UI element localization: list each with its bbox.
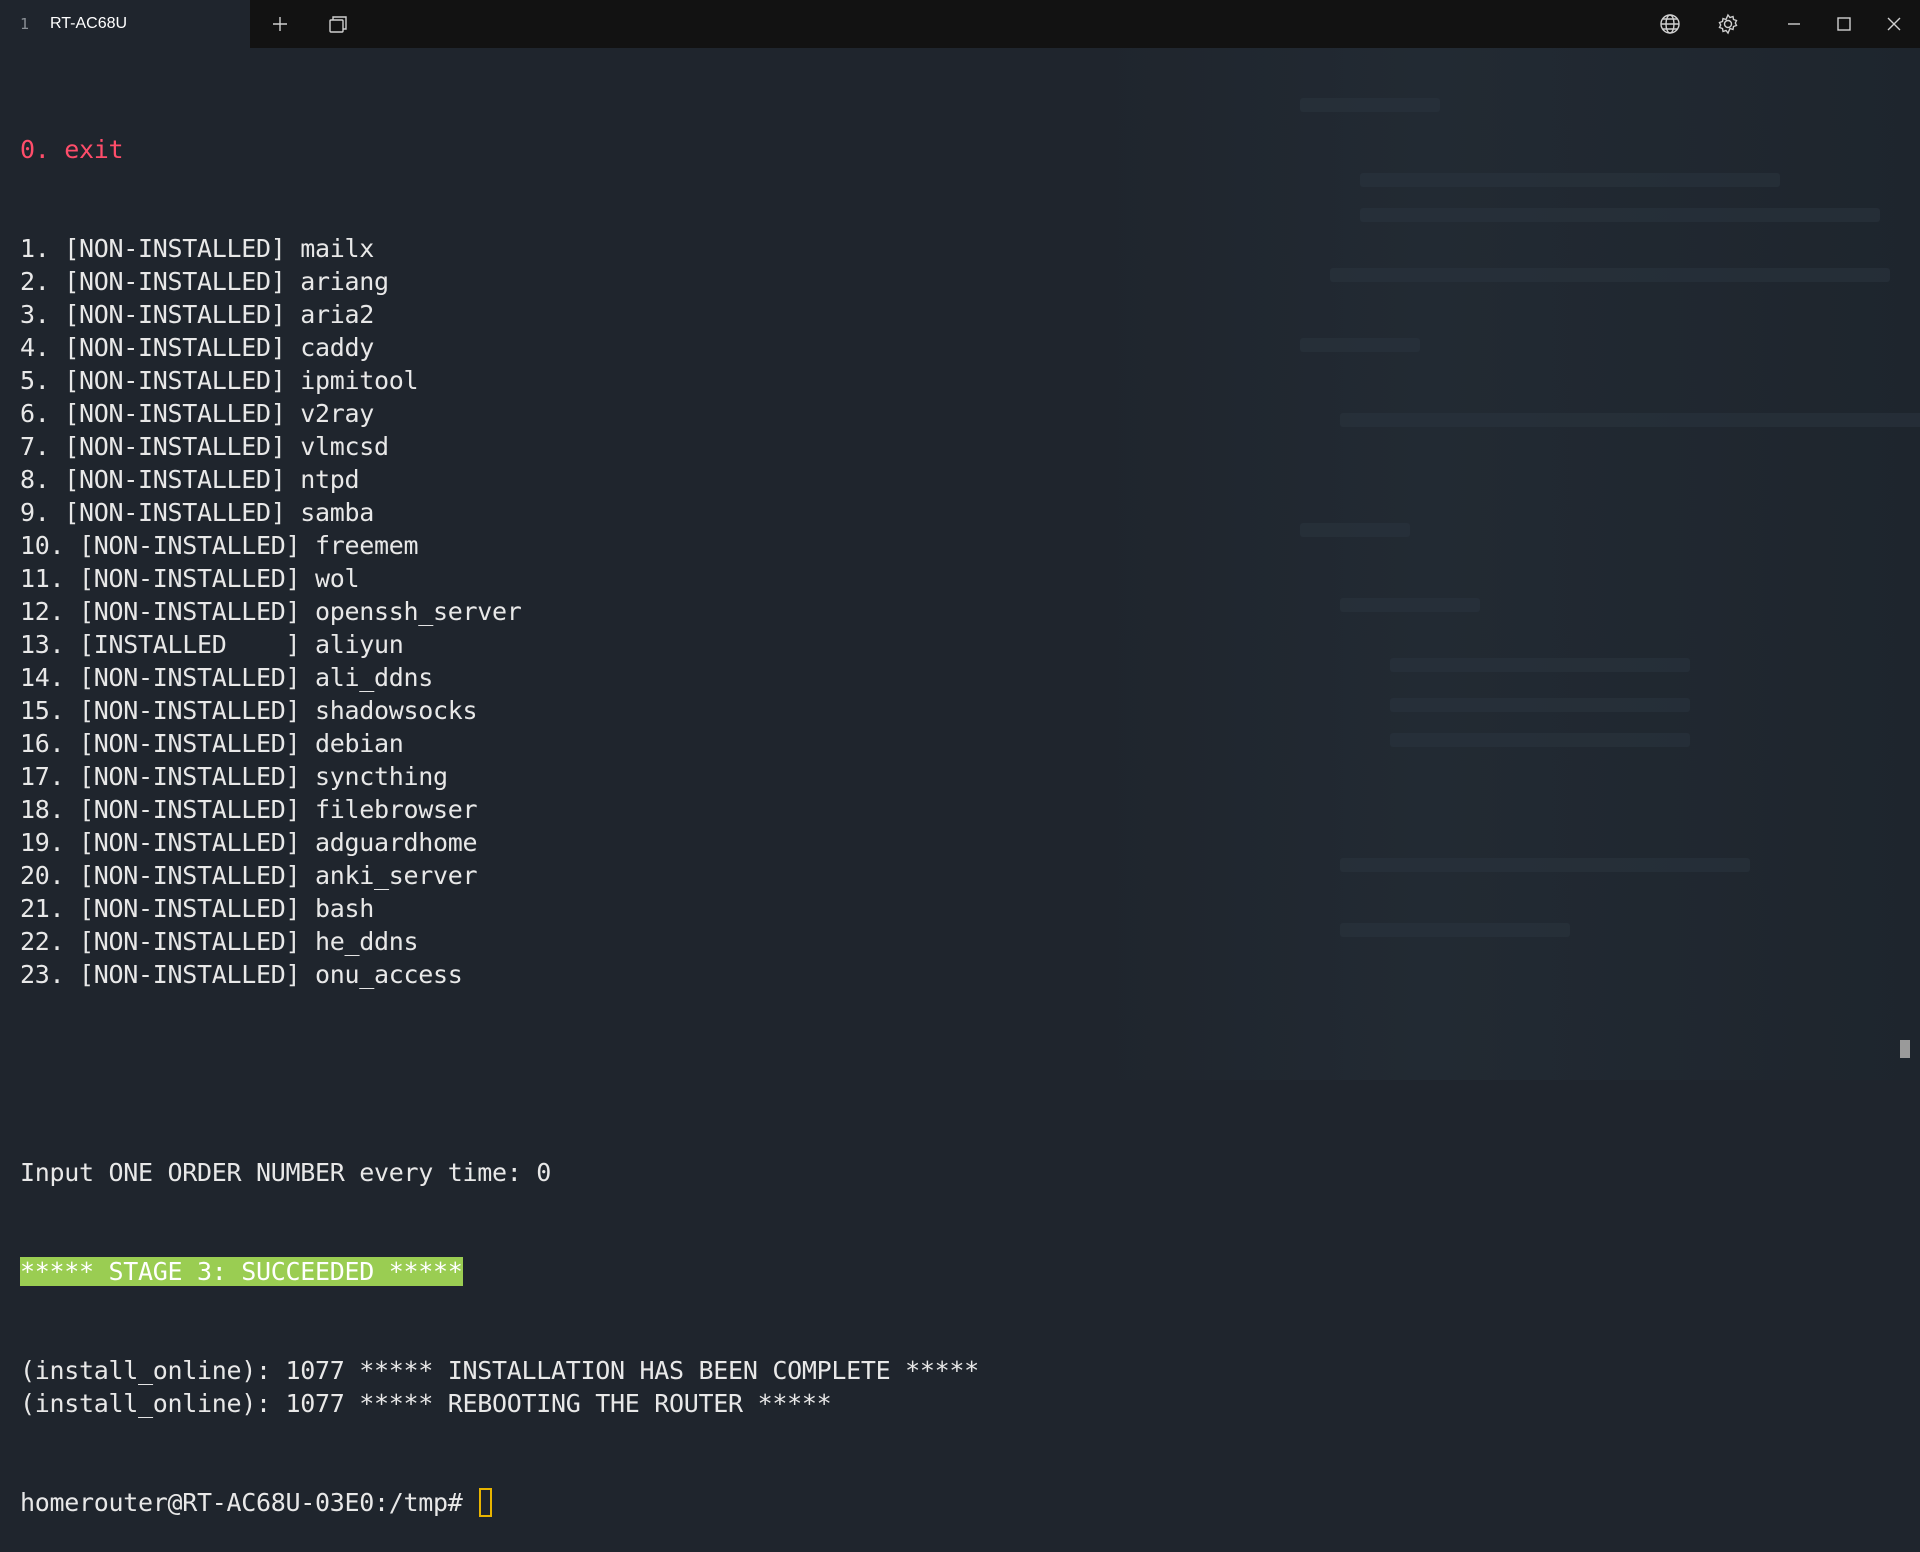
maximize-icon: [1837, 17, 1851, 31]
blurred-background: [1100, 48, 1920, 1080]
menu-item: 13. [INSTALLED ] aliyun: [20, 630, 404, 659]
menu-item: 22. [NON-INSTALLED] he_ddns: [20, 927, 419, 956]
menu-item: 2. [NON-INSTALLED] ariang: [20, 267, 389, 296]
menu-item: 7. [NON-INSTALLED] vlmcsd: [20, 432, 389, 461]
shell-prompt-line[interactable]: homerouter@RT-AC68U-03E0:/tmp#: [20, 1486, 979, 1519]
menu-item: 9. [NON-INSTALLED] samba: [20, 498, 375, 527]
plus-icon: [273, 17, 287, 31]
menu-item: 18. [NON-INSTALLED] filebrowser: [20, 795, 478, 824]
stage-success-banner: ***** STAGE 3: SUCCEEDED *****: [20, 1257, 463, 1286]
menu-item: 21. [NON-INSTALLED] bash: [20, 894, 375, 923]
menu-item: 4. [NON-INSTALLED] caddy: [20, 333, 375, 362]
tab-switcher-button[interactable]: [313, 0, 363, 48]
close-icon: [1887, 17, 1901, 31]
menu-item: 8. [NON-INSTALLED] ntpd: [20, 465, 360, 494]
minimize-button[interactable]: [1769, 0, 1819, 48]
menu-item: 23. [NON-INSTALLED] onu_access: [20, 960, 463, 989]
shell-prompt: homerouter@RT-AC68U-03E0:/tmp#: [20, 1488, 478, 1517]
tab-rt-ac68u[interactable]: 1 RT-AC68U: [0, 0, 250, 48]
minimize-icon: [1788, 23, 1800, 25]
menu-item: 3. [NON-INSTALLED] aria2: [20, 300, 375, 329]
close-button[interactable]: [1869, 0, 1919, 48]
menu-item: 15. [NON-INSTALLED] shadowsocks: [20, 696, 478, 725]
log-line: (install_online): 1077 ***** INSTALLATIO…: [20, 1356, 979, 1385]
menu-item: 20. [NON-INSTALLED] anki_server: [20, 861, 478, 890]
menu-item: 19. [NON-INSTALLED] adguardhome: [20, 828, 478, 857]
menu-item: 14. [NON-INSTALLED] ali_ddns: [20, 663, 434, 692]
menu-item: 16. [NON-INSTALLED] debian: [20, 729, 404, 758]
menu-item: 6. [NON-INSTALLED] v2ray: [20, 399, 375, 428]
menu-item: 1. [NON-INSTALLED] mailx: [20, 234, 375, 263]
menu-item: 11. [NON-INSTALLED] wol: [20, 564, 360, 593]
tab-title: RT-AC68U: [50, 15, 128, 32]
terminal-output[interactable]: 0. exit 1. [NON-INSTALLED] mailx 2. [NON-…: [20, 67, 979, 1552]
gear-icon: [1718, 13, 1738, 35]
tab-bar: 1 RT-AC68U: [0, 0, 1920, 48]
menu-item: 10. [NON-INSTALLED] freemem: [20, 531, 419, 560]
input-prompt: Input ONE ORDER NUMBER every time: 0: [20, 1158, 552, 1187]
globe-icon: [1660, 14, 1680, 34]
maximize-button[interactable]: [1819, 0, 1869, 48]
tab-number: 1: [20, 15, 30, 33]
settings-button[interactable]: [1703, 0, 1753, 48]
menu-item: 5. [NON-INSTALLED] ipmitool: [20, 366, 419, 395]
log-line: (install_online): 1077 ***** REBOOTING T…: [20, 1389, 832, 1418]
windows-icon: [329, 16, 347, 33]
new-tab-button[interactable]: [255, 0, 305, 48]
scrollbar-thumb[interactable]: [1900, 1040, 1910, 1058]
terminal-cursor: [479, 1488, 493, 1517]
menu-item-exit: 0. exit: [20, 135, 124, 164]
menu-item: 12. [NON-INSTALLED] openssh_server: [20, 597, 522, 626]
globe-button[interactable]: [1645, 0, 1695, 48]
menu-item: 17. [NON-INSTALLED] syncthing: [20, 762, 448, 791]
